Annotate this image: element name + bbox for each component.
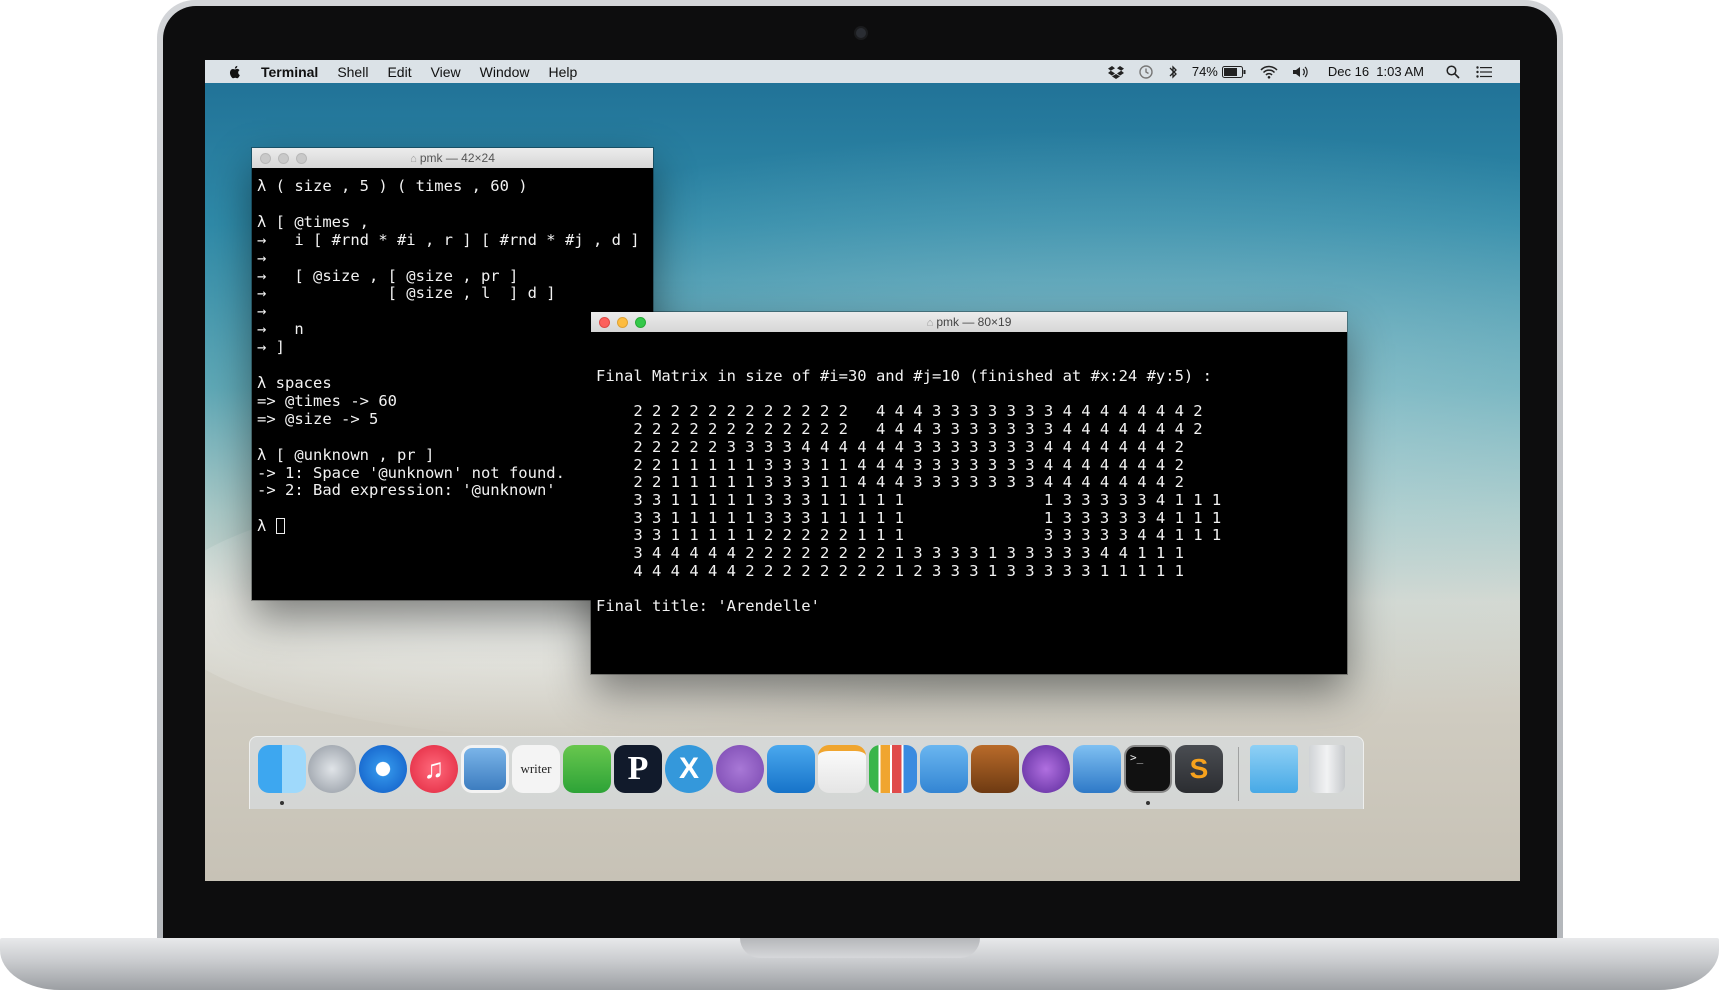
menu-bar: Terminal Shell Edit View Window Help 74%…: [205, 60, 1520, 83]
terminal-line: 2 2 1 1 1 1 1 3 3 3 1 1 4 4 4 3 3 3 3 3 …: [596, 473, 1184, 492]
imovie-icon[interactable]: [1022, 745, 1070, 793]
terminal-line: 3 3 1 1 1 1 1 3 3 3 1 1 1 1 1 1 3 3 3 3 …: [596, 490, 1222, 509]
itunes-icon[interactable]: ♫: [410, 745, 458, 793]
keynote-icon[interactable]: [920, 745, 968, 793]
running-indicator: [280, 801, 284, 805]
window-title: ⌂ pmk — 80×19: [591, 315, 1347, 329]
preview-icon[interactable]: [461, 745, 509, 793]
trash-icon[interactable]: [1309, 745, 1345, 793]
volume-icon[interactable]: [1292, 65, 1310, 79]
terminal-line: 2 2 2 2 2 3 3 3 3 4 4 4 4 4 4 3 3 3 3 3 …: [596, 437, 1184, 456]
xcode-icon[interactable]: [1073, 745, 1121, 793]
terminal-line: 3 3 1 1 1 1 1 2 2 2 2 2 1 1 1 3 3 3 3 3 …: [596, 526, 1222, 545]
desktop-screen: Terminal Shell Edit View Window Help 74%…: [205, 60, 1520, 881]
terminal-line: 2 2 2 2 2 2 2 2 2 2 2 2 4 4 4 3 3 3 3 3 …: [596, 402, 1203, 421]
launchpad-icon[interactable]: [308, 745, 356, 793]
terminal-line: -> 1: Space '@unknown' not found.: [257, 463, 565, 482]
terminal-line: Final Matrix in size of #i=30 and #j=10 …: [596, 367, 1212, 385]
running-indicator: [1146, 801, 1150, 805]
home-folder-icon: ⌂: [926, 317, 937, 329]
terminal-line: 2 2 2 2 2 2 2 2 2 2 2 2 4 4 4 3 3 3 3 3 …: [596, 420, 1203, 439]
window-title-text: pmk — 42×24: [419, 151, 495, 165]
bluetooth-icon[interactable]: [1168, 64, 1178, 80]
terminal-line: λ [ @times ,: [257, 212, 369, 231]
camera: [856, 28, 866, 38]
terminal-line: → [ @size , [ @size , pr ]: [257, 266, 519, 285]
window-title-text: pmk — 80×19: [936, 315, 1012, 329]
window-title: ⌂ pmk — 42×24: [252, 151, 653, 165]
terminal-window-large[interactable]: ⌂ pmk — 80×19 Final Matrix in size of #i…: [591, 312, 1347, 674]
terminal-line: 3 3 1 1 1 1 1 3 3 3 1 1 1 1 1 1 3 3 3 3 …: [596, 508, 1222, 527]
lego-icon[interactable]: [767, 745, 815, 793]
menu-help[interactable]: Help: [548, 64, 577, 80]
terminal-line: Final title: 'Arendelle': [596, 597, 820, 616]
terminal-line: => @times -> 60: [257, 391, 397, 410]
sublime-icon[interactable]: S: [1175, 745, 1223, 793]
menu-view[interactable]: View: [431, 64, 461, 80]
terminal-line: → i [ #rnd * #i , r ] [ #rnd * #j , d ]: [257, 230, 640, 249]
safari-icon[interactable]: [359, 745, 407, 793]
titlebar[interactable]: ⌂ pmk — 80×19: [591, 312, 1347, 332]
menu-window[interactable]: Window: [480, 64, 530, 80]
terminal-line: λ [ @unknown , pr ]: [257, 445, 435, 464]
menu-app-name[interactable]: Terminal: [261, 64, 318, 80]
home-folder-icon: ⌂: [410, 153, 420, 165]
terminal-line: 4 4 4 4 4 4 2 2 2 2 2 2 2 2 1 2 3 3 3 1 …: [596, 561, 1184, 580]
evernote-icon[interactable]: [563, 745, 611, 793]
battery-icon[interactable]: [1221, 65, 1246, 78]
terminal-line: λ spaces: [257, 373, 332, 392]
terminal-line: => @size -> 5: [257, 409, 379, 428]
p-app-icon[interactable]: P: [614, 745, 662, 793]
numbers-icon[interactable]: [869, 745, 917, 793]
dock-separator: [1238, 747, 1239, 801]
dropbox-icon[interactable]: [1107, 65, 1124, 79]
terminal-line: -> 2: Bad expression: '@unknown': [257, 481, 556, 500]
laptop-notch: [740, 938, 980, 958]
xamarin-icon[interactable]: X: [665, 745, 713, 793]
terminal-output[interactable]: Final Matrix in size of #i=30 and #j=10 …: [591, 332, 1347, 616]
titlebar[interactable]: ⌂ pmk — 42×24: [252, 148, 653, 168]
terminal-line: λ: [257, 517, 276, 536]
dock: ♫ writer P X >_ S: [249, 736, 1364, 809]
writer-icon[interactable]: writer: [512, 745, 560, 793]
terminal-line: →: [257, 248, 267, 267]
terminal-line: 2 2 1 1 1 1 1 3 3 3 1 1 4 4 4 3 3 3 3 3 …: [596, 455, 1184, 474]
time-machine-icon[interactable]: [1138, 64, 1154, 80]
wifi-icon[interactable]: [1260, 65, 1278, 79]
spotlight-icon[interactable]: [1446, 64, 1460, 79]
cursor: [275, 518, 285, 535]
terminal-line: 3 4 4 4 4 4 2 2 2 2 2 2 2 2 1 3 3 3 3 1 …: [596, 544, 1184, 563]
finder-icon[interactable]: [258, 745, 306, 793]
github-icon[interactable]: [716, 745, 764, 793]
terminal-line: λ ( size , 5 ) ( times , 60 ): [257, 177, 528, 195]
apple-icon[interactable]: [227, 64, 243, 80]
terminal-line: →: [257, 302, 267, 321]
garageband-icon[interactable]: [971, 745, 1019, 793]
downloads-folder-icon[interactable]: [1250, 745, 1298, 793]
clock[interactable]: Dec 16 1:03 AM: [1328, 64, 1424, 79]
terminal-line: → n: [257, 320, 304, 339]
pages-icon[interactable]: [818, 745, 866, 793]
terminal-icon[interactable]: >_: [1124, 745, 1172, 793]
terminal-line: → [ @size , l ] d ]: [257, 284, 556, 303]
menu-edit[interactable]: Edit: [387, 64, 411, 80]
notification-center-icon[interactable]: [1476, 65, 1492, 78]
status-area: 74% Dec 16 1:03 AM: [1094, 60, 1492, 83]
terminal-line: → ]: [257, 338, 285, 357]
menu-shell[interactable]: Shell: [337, 64, 368, 80]
battery-percent: 74%: [1191, 64, 1218, 79]
